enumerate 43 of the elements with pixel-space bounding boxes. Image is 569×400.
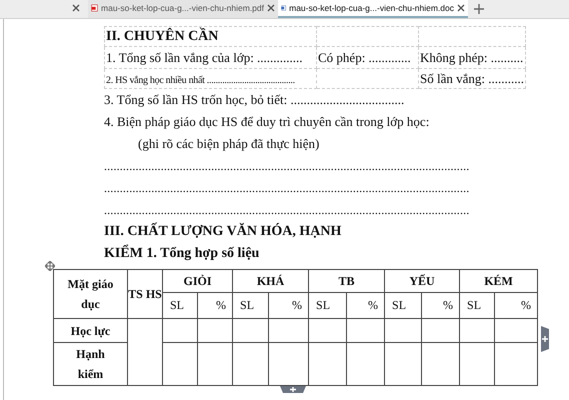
browser-tab[interactable]: mau-so-ket-lop-cua-g...-vien-chu-nhiem.pdf [88, 0, 278, 18]
table-header: SL [308, 292, 347, 318]
table-header: TS HS [128, 270, 162, 318]
table-header: % [198, 292, 233, 318]
section-heading: KIỂM 1. Tổng hợp số liệu [104, 244, 260, 263]
table-header: SL [384, 292, 422, 318]
table-header: SL [162, 292, 198, 318]
form-line: 1. Tổng số lần vắng của lớp: .............. [106, 50, 303, 64]
paragraph: (ghi rõ các biện pháp đã thực hiện) [137, 135, 320, 153]
browser-tab[interactable]: mau-so-ket-lop-cua-g...-vien-chu-nhiem.doc [278, 0, 468, 18]
table-header: YẾU [384, 270, 460, 292]
dotted-fill-line: .................................................................................................................... [104, 158, 470, 175]
paragraph: 4. Biện pháp giáo dục HS để duy trì chuyên cần trong lớp học: [104, 113, 430, 131]
table-header: SL [460, 292, 495, 318]
form-line: Số lần vắng: ........... [420, 70, 524, 86]
table-header: TB [308, 270, 385, 292]
row-header: Học lực [54, 318, 128, 342]
table-header: % [422, 292, 460, 318]
close-icon[interactable] [72, 4, 80, 12]
paragraph: 3. Tổng số lần HS trốn học, bỏ tiết: ................................... [104, 91, 406, 109]
add-row-icon[interactable] [280, 386, 306, 393]
section-heading: III. CHẤT LƯỢNG VĂN HÓA, HẠNH [104, 222, 342, 241]
table-header: % [268, 292, 309, 318]
form-line: Có phép: ............. [318, 50, 411, 64]
row-header: Hạnh kiểm [54, 342, 128, 386]
add-column-icon[interactable] [541, 326, 549, 352]
move-handle-icon[interactable] [45, 261, 55, 271]
form-line: 2. HS vắng học nhiều nhất ........................................ [106, 74, 295, 86]
dotted-fill-line: .................................................................................................................... [104, 180, 470, 197]
form-line: Không phép: .......... [420, 50, 524, 64]
table-header: SL [232, 292, 269, 318]
pdf-file-icon [91, 2, 98, 14]
new-tab-icon[interactable] [474, 4, 484, 14]
table-header: GIỎI [162, 270, 233, 292]
close-icon[interactable] [267, 4, 275, 12]
table-header: Mặt giáo dục [54, 270, 128, 318]
dotted-fill-line: .................................................................................................................... [104, 202, 470, 219]
table-header: KHÁ [232, 270, 309, 292]
section-heading: II. CHUYÊN CẦN [106, 28, 218, 44]
close-icon[interactable] [457, 4, 465, 12]
table-header: KÉM [460, 270, 538, 292]
table-header: % [494, 292, 538, 318]
table-header: % [346, 292, 385, 318]
